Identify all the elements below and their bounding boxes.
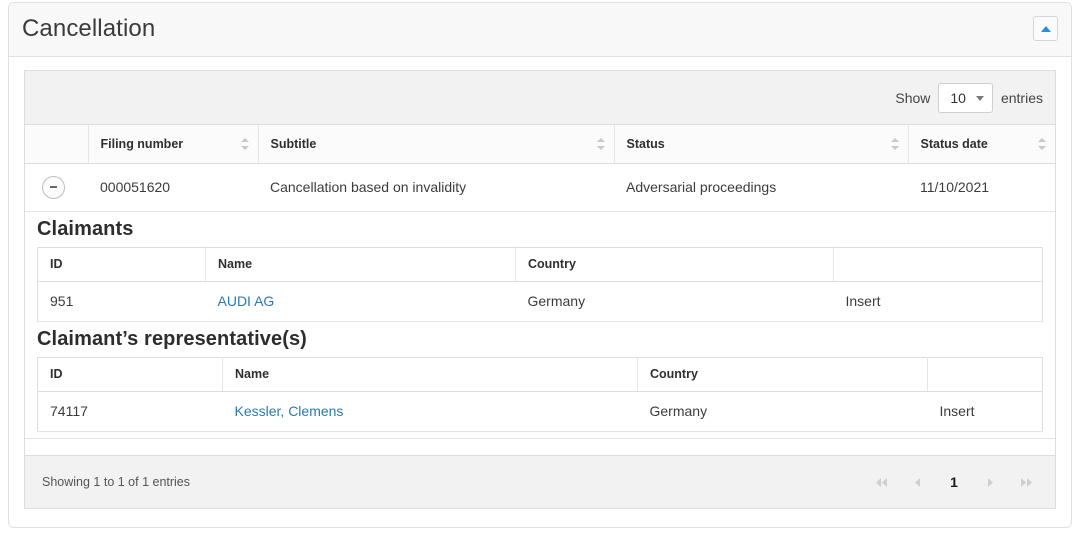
- column-header-action: [927, 357, 1043, 392]
- cancellation-card: Cancellation Show 10 entries Filing numb…: [8, 2, 1072, 528]
- cell-status: Adversarial proceedings: [614, 163, 908, 212]
- entries-per-page-value: 10: [950, 89, 966, 106]
- row-expander-cell: [25, 163, 88, 212]
- entries-per-page-select[interactable]: 10: [938, 82, 993, 113]
- column-header-country: Country: [515, 247, 834, 282]
- pagination: 1: [867, 471, 1041, 493]
- table-row[interactable]: 000051620 Cancellation based on invalidi…: [25, 163, 1055, 212]
- claimants-table: ID Name Country 951 AUDI AG Germany Inse…: [37, 246, 1043, 322]
- detail-row: Claimants ID Name Country 951 AUDI AG Ge…: [25, 211, 1055, 439]
- page-title: Cancellation: [22, 15, 156, 42]
- column-header-name: Name: [222, 357, 638, 392]
- column-label: Filing number: [100, 136, 184, 151]
- pagination-next-button[interactable]: [975, 471, 1005, 493]
- column-header-status-date[interactable]: Status date: [908, 125, 1055, 164]
- show-label: Show: [895, 89, 931, 106]
- column-label: Status date: [920, 136, 988, 151]
- pagination-previous-button[interactable]: [903, 471, 933, 493]
- table-row: 74117 Kessler, Clemens Germany Insert: [37, 390, 1043, 432]
- representatives-table: ID Name Country 74117 Kessler, Clemens G…: [37, 356, 1043, 432]
- row-detail-panel: Claimants ID Name Country 951 AUDI AG Ge…: [25, 212, 1055, 438]
- cell-representative-action[interactable]: Insert: [927, 390, 1043, 432]
- column-header-action: [833, 247, 1043, 282]
- representative-name-link[interactable]: Kessler, Clemens: [235, 403, 344, 419]
- table-header-row: Filing number Subtitle Status Status dat…: [25, 125, 1055, 164]
- table-row: 951 AUDI AG Germany Insert: [37, 280, 1043, 322]
- claimant-name-link[interactable]: AUDI AG: [218, 293, 275, 309]
- minus-circle-icon[interactable]: [42, 175, 65, 199]
- card-header: Cancellation: [9, 3, 1071, 57]
- chevron-down-icon: [975, 95, 984, 101]
- chevron-right-icon: [988, 477, 993, 487]
- sort-indicator-icon: [596, 137, 605, 151]
- table-header-row: ID Name Country: [37, 247, 1043, 282]
- entries-label: entries: [1000, 89, 1043, 106]
- column-header-subtitle[interactable]: Subtitle: [258, 125, 615, 164]
- datatable-footer: Showing 1 to 1 of 1 entries 1: [25, 455, 1055, 508]
- cell-filing-number: 000051620: [88, 163, 258, 212]
- sort-indicator-icon: [240, 137, 249, 151]
- cell-subtitle: Cancellation based on invalidity: [258, 163, 614, 212]
- chevron-left-icon: [915, 477, 920, 487]
- column-header-id: ID: [37, 247, 206, 282]
- column-header-name: Name: [205, 247, 516, 282]
- table-info-text: Showing 1 to 1 of 1 entries: [42, 475, 191, 489]
- cell-representative-id: 74117: [37, 390, 223, 432]
- pagination-first-button[interactable]: [867, 471, 897, 493]
- datatable-panel: Show 10 entries Filing number Subtitle S…: [24, 70, 1056, 509]
- double-chevron-right-icon: [1021, 477, 1032, 487]
- sort-indicator-icon: [890, 137, 899, 151]
- column-header-id: ID: [37, 357, 223, 392]
- cell-claimant-id: 951: [37, 280, 206, 322]
- representatives-heading: Claimant’s representative(s): [37, 327, 307, 350]
- column-header-filing-number[interactable]: Filing number: [88, 125, 259, 164]
- column-label: Subtitle: [270, 136, 317, 151]
- card-body: Show 10 entries Filing number Subtitle S…: [9, 56, 1071, 527]
- caret-up-icon: [1040, 25, 1051, 32]
- column-header-expander: [25, 125, 89, 164]
- claimants-heading: Claimants: [37, 217, 134, 240]
- detail-bottom-spacer: [25, 432, 1055, 438]
- pagination-page-1[interactable]: 1: [939, 471, 969, 493]
- pagination-last-button[interactable]: [1011, 471, 1041, 493]
- cell-claimant-name: AUDI AG: [205, 280, 516, 322]
- column-label: Status: [626, 136, 665, 151]
- table-header-row: ID Name Country: [37, 357, 1043, 392]
- collapse-panel-button[interactable]: [1033, 16, 1058, 41]
- datatable-length-bar: Show 10 entries: [25, 71, 1055, 125]
- cell-status-date: 11/10/2021: [908, 163, 1055, 212]
- double-chevron-left-icon: [876, 477, 887, 487]
- cell-claimant-action[interactable]: Insert: [833, 280, 1043, 322]
- cell-representative-country: Germany: [637, 390, 928, 432]
- cell-claimant-country: Germany: [515, 280, 834, 322]
- column-header-status[interactable]: Status: [614, 125, 909, 164]
- cancellation-table: Filing number Subtitle Status Status dat…: [25, 125, 1055, 439]
- cell-representative-name: Kessler, Clemens: [222, 390, 638, 432]
- sort-indicator-icon: [1038, 137, 1046, 151]
- column-header-country: Country: [637, 357, 928, 392]
- length-menu: Show 10 entries: [895, 82, 1043, 113]
